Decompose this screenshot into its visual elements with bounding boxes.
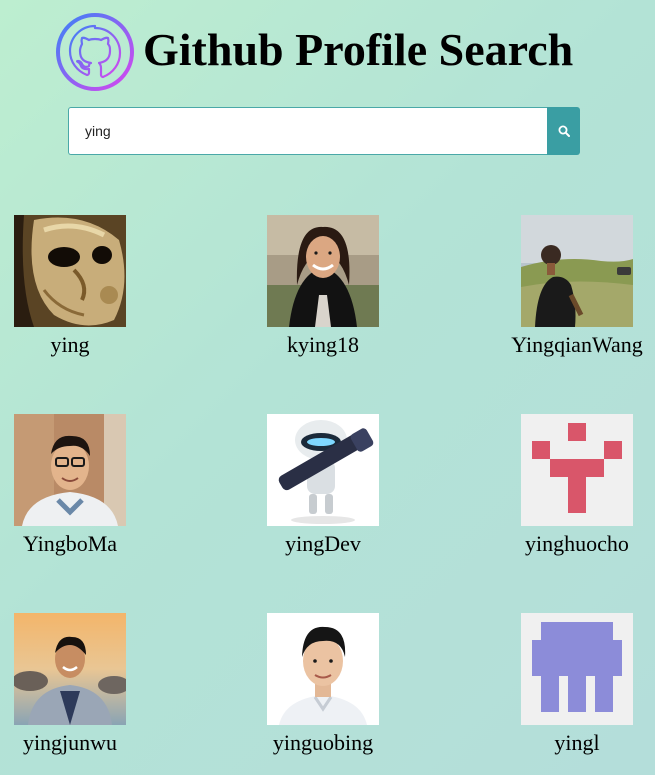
- avatar[interactable]: [14, 414, 126, 526]
- profile-card[interactable]: yinghuocho: [497, 414, 655, 558]
- avatar[interactable]: [267, 215, 379, 327]
- profile-username[interactable]: ying: [0, 331, 150, 359]
- profile-username[interactable]: yinghuocho: [497, 530, 655, 558]
- profile-card[interactable]: kying18: [243, 215, 403, 359]
- profile-username[interactable]: yinguobing: [243, 729, 403, 757]
- profile-username[interactable]: YingboMa: [0, 530, 150, 558]
- profile-card[interactable]: yinguobing: [243, 613, 403, 757]
- avatar[interactable]: [521, 613, 633, 725]
- avatar[interactable]: [521, 215, 633, 327]
- profile-username[interactable]: kying18: [243, 331, 403, 359]
- avatar[interactable]: [267, 613, 379, 725]
- search-input[interactable]: [68, 107, 547, 155]
- profile-card[interactable]: ying: [0, 215, 150, 359]
- avatar[interactable]: [267, 414, 379, 526]
- profile-card[interactable]: yingjunwu: [0, 613, 150, 757]
- search-button[interactable]: [547, 107, 580, 155]
- profile-card[interactable]: YingboMa: [0, 414, 150, 558]
- profile-username[interactable]: yingDev: [243, 530, 403, 558]
- profile-card[interactable]: yingDev: [243, 414, 403, 558]
- profile-card[interactable]: YingqianWang: [497, 215, 655, 359]
- avatar[interactable]: [521, 414, 633, 526]
- avatar[interactable]: [14, 215, 126, 327]
- header: Github Profile Search: [0, 0, 655, 100]
- profile-card[interactable]: yingl: [497, 613, 655, 757]
- page-title: Github Profile Search: [143, 24, 574, 75]
- avatar[interactable]: [14, 613, 126, 725]
- search-bar: [68, 107, 580, 155]
- search-icon: [558, 125, 570, 137]
- profile-username[interactable]: YingqianWang: [497, 331, 655, 359]
- github-logo-icon: [55, 12, 135, 92]
- profile-username[interactable]: yingl: [497, 729, 655, 757]
- profile-username[interactable]: yingjunwu: [0, 729, 150, 757]
